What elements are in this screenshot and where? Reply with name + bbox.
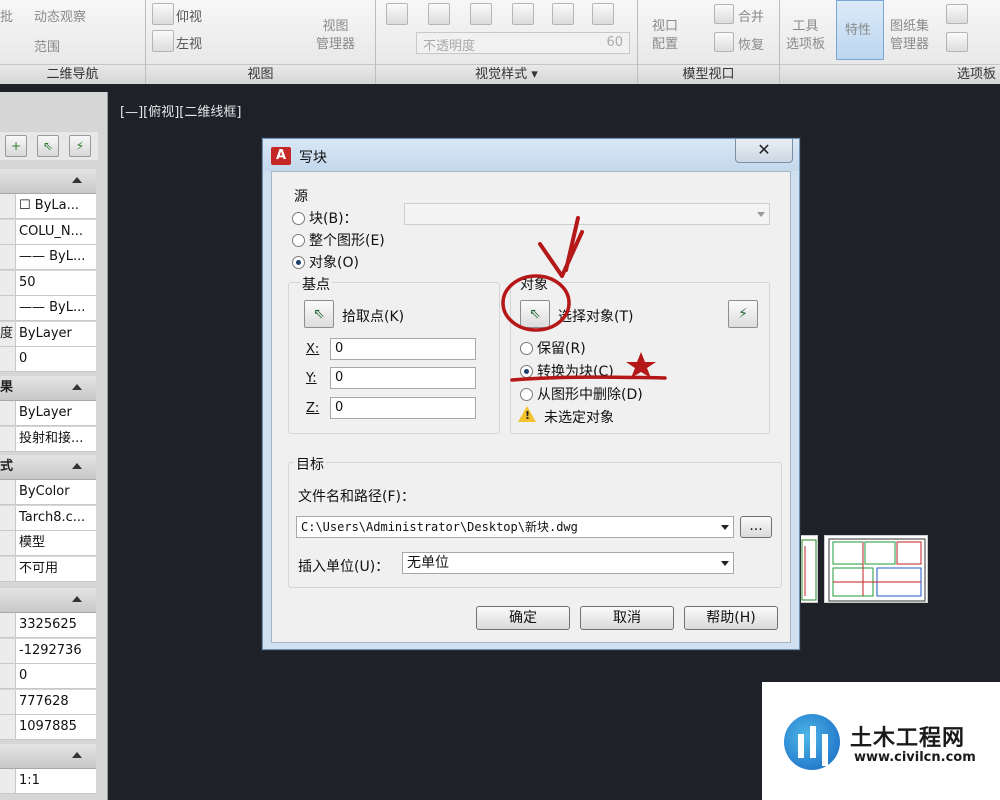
watermark-name: 土木工程网 bbox=[850, 726, 966, 751]
annotation-star bbox=[626, 352, 656, 378]
site-watermark: 土木工程网 www.civilcn.com bbox=[762, 682, 1000, 800]
annotation-overlay bbox=[501, 216, 667, 382]
annotation-arrow-head bbox=[538, 230, 584, 278]
annotation-underline bbox=[510, 375, 667, 382]
annotation-circle bbox=[501, 274, 571, 332]
watermark-url: www.civilcn.com bbox=[854, 750, 976, 765]
civilcn-logo-icon bbox=[784, 714, 840, 770]
